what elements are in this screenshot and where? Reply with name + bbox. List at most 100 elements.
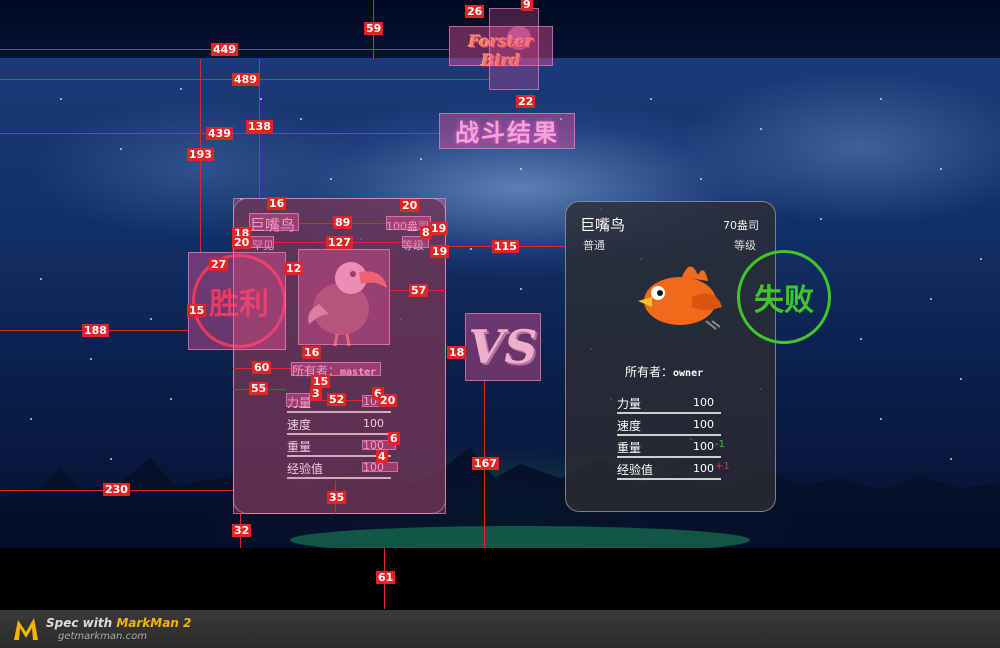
measure-value: 12 <box>284 262 304 275</box>
measure-value: 55 <box>249 382 269 395</box>
markman-footer: Spec with MarkMan 2 getmarkman.com <box>0 610 1000 648</box>
measure-value: 15 <box>187 304 207 317</box>
measure-value: 52 <box>327 393 347 406</box>
star-dot <box>650 98 652 100</box>
star-dot <box>930 298 932 300</box>
measure-value: 449 <box>211 43 238 56</box>
measure-value: 4 <box>376 450 388 463</box>
star-dot <box>420 158 422 160</box>
measure-value: 193 <box>187 148 214 161</box>
measure-value: 20 <box>400 199 420 212</box>
star-dot <box>960 378 962 380</box>
star-dot <box>40 278 42 280</box>
card-name: 巨嘴鸟 <box>580 216 626 234</box>
measure-value: 16 <box>302 346 322 359</box>
star-dot <box>90 358 92 360</box>
measure-value: 9 <box>521 0 533 11</box>
measure-value: 26 <box>465 5 485 18</box>
star-dot <box>180 88 182 90</box>
measure-value: 489 <box>232 73 259 86</box>
card-rarity: 普通 <box>583 239 605 252</box>
stat-label: 重量 <box>617 441 642 455</box>
measure-value: 18 <box>447 346 467 359</box>
card-price: 70盎司 <box>723 219 759 232</box>
markman-brand: MarkMan 2 <box>116 616 192 630</box>
stat-value: 100 <box>693 440 714 453</box>
measure-value: 22 <box>516 95 536 108</box>
star-dot <box>110 458 112 460</box>
measure-value: 27 <box>209 258 229 271</box>
star-dot <box>520 288 522 290</box>
stat-delta: -1 <box>715 439 725 450</box>
star-dot <box>60 98 62 100</box>
bottom-black-area <box>0 548 1000 610</box>
star-dot <box>150 318 152 320</box>
measure-overlay-title <box>439 113 575 149</box>
markman-tagline: Spec with MarkMan 2 <box>46 616 191 630</box>
stat-divider <box>617 478 721 480</box>
measure-value: 138 <box>246 120 273 133</box>
measure-value: 59 <box>364 22 384 35</box>
star-dot <box>330 178 332 180</box>
star-dot <box>880 98 882 100</box>
markman-url[interactable]: getmarkman.com <box>58 631 147 642</box>
measure-value: 57 <box>409 284 429 297</box>
measure-value: 19 <box>429 222 449 235</box>
stat-label: 经验值 <box>617 463 654 477</box>
star-dot <box>300 118 302 120</box>
orange-bird-icon <box>638 266 722 330</box>
measure-value: 35 <box>327 491 347 504</box>
star-dot <box>950 458 952 460</box>
star-dot <box>30 418 32 420</box>
measure-value: 20 <box>232 236 252 249</box>
measure-value: 16 <box>267 197 287 210</box>
markman-logo-icon <box>14 618 38 640</box>
star-dot <box>940 168 942 170</box>
star-dot <box>820 218 822 220</box>
star-dot <box>470 248 472 250</box>
measure-overlay-stat-value-3 <box>362 462 398 472</box>
measure-value: 6 <box>388 432 400 445</box>
player-card-right[interactable]: 巨嘴鸟 70盎司 普通 等级 所有者：owner 力量 100 速度 100 重… <box>565 201 776 512</box>
measure-value: 167 <box>472 457 499 470</box>
measure-value: 230 <box>103 483 130 496</box>
stat-value: 100 <box>693 418 714 431</box>
measure-value: 115 <box>492 240 519 253</box>
measure-value: 61 <box>376 571 396 584</box>
stat-label: 速度 <box>617 419 642 433</box>
star-dot <box>980 258 982 260</box>
measure-overlay-stat-label <box>286 393 310 407</box>
measure-value: 3 <box>310 387 322 400</box>
stat-row-speed: 速度 100 <box>617 414 727 436</box>
measure-value: 89 <box>333 216 353 229</box>
measure-value: 32 <box>232 524 252 537</box>
star-dot <box>760 128 762 130</box>
star-dot <box>880 418 882 420</box>
measure-overlay-logo-swirl <box>489 8 539 90</box>
star-dot <box>860 338 862 340</box>
measure-overlay-rarity <box>250 236 274 248</box>
star-dot <box>170 398 172 400</box>
star-dot <box>520 168 522 170</box>
measure-value: 8 <box>420 226 432 239</box>
stat-row-weight: 重量 100 -1 <box>617 436 727 458</box>
measure-overlay-owner <box>291 362 381 376</box>
stat-row-exp: 经验值 100 +1 <box>617 458 730 480</box>
measure-overlay-name <box>249 213 299 231</box>
stat-value: 100 <box>693 462 714 475</box>
owner-name: owner <box>673 368 704 379</box>
measure-value: 439 <box>206 127 233 140</box>
stat-label: 力量 <box>617 397 642 411</box>
measure-value: 127 <box>326 236 353 249</box>
star-dot <box>120 148 122 150</box>
owner-line: 所有者：owner <box>625 363 703 380</box>
measure-overlay-bird <box>298 249 390 345</box>
star-dot <box>260 98 262 100</box>
star-dot <box>700 178 702 180</box>
measure-overlay-stamp <box>188 252 286 350</box>
measure-value: 20 <box>378 394 398 407</box>
measure-value: 19 <box>430 245 450 258</box>
measure-overlay-vs <box>465 313 541 381</box>
measure-value: 188 <box>82 324 109 337</box>
lose-stamp: 失败 <box>737 250 831 344</box>
